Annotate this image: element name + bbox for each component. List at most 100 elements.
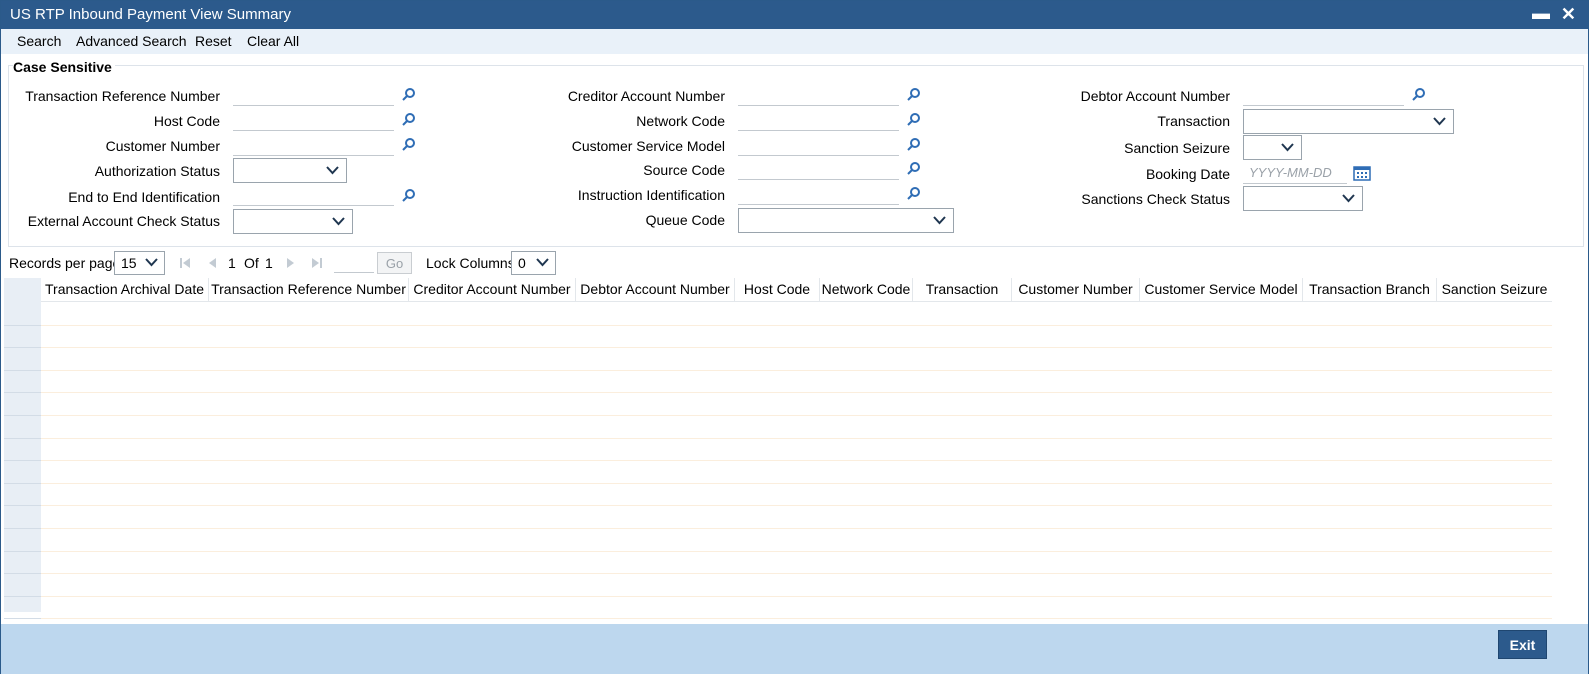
source-code-label: Source Code (643, 162, 725, 178)
chevron-down-icon (1433, 117, 1446, 126)
txn-ref-label: Transaction Reference Number (25, 88, 220, 104)
main-window: US RTP Inbound Payment View Summary ▬ ✕ … (0, 0, 1589, 674)
creditor-acc-lookup-icon[interactable] (906, 87, 922, 103)
instr-id-label: Instruction Identification (577, 187, 725, 203)
debtor-acc-label: Debtor Account Number (1080, 88, 1230, 104)
sanction-seizure-label: Sanction Seizure (1124, 140, 1230, 156)
row-selector-line (4, 369, 41, 371)
grid-header: Transaction Archival Date Transaction Re… (41, 278, 1552, 302)
row-selector-line (4, 595, 41, 597)
column-header[interactable]: Host Code (735, 278, 820, 302)
sanction-seizure-select[interactable] (1243, 135, 1302, 160)
row-selector-line (4, 437, 41, 439)
row-selector-line (4, 550, 41, 552)
grid-row-line (41, 347, 1552, 349)
grid-row-line (41, 369, 1552, 371)
column-header[interactable]: Creditor Account Number (409, 278, 576, 302)
debtor-acc-input[interactable] (1243, 84, 1404, 106)
instr-id-input[interactable] (738, 183, 899, 205)
host-code-input[interactable] (233, 109, 394, 131)
queue-code-select[interactable] (738, 208, 954, 233)
csm-input[interactable] (738, 134, 899, 156)
network-code-label: Network Code (636, 113, 725, 129)
column-header[interactable]: Sanction Seizure (1437, 278, 1552, 302)
toolbar: Search Advanced Search Reset Clear All (1, 29, 1588, 54)
txn-ref-input[interactable] (233, 84, 394, 106)
total-pages: 1 (265, 255, 273, 271)
csm-lookup-icon[interactable] (906, 137, 922, 153)
column-header[interactable]: Transaction (913, 278, 1012, 302)
column-header[interactable]: Debtor Account Number (576, 278, 735, 302)
source-code-lookup-icon[interactable] (906, 161, 922, 177)
row-selector-line (4, 392, 41, 394)
queue-code-label: Queue Code (645, 212, 725, 228)
host-code-lookup-icon[interactable] (401, 112, 417, 128)
column-header[interactable]: Transaction Branch (1303, 278, 1437, 302)
network-code-input[interactable] (738, 109, 899, 131)
instr-id-lookup-icon[interactable] (906, 186, 922, 202)
records-per-page-label: Records per page (9, 255, 121, 271)
auth-status-select[interactable] (233, 158, 347, 183)
host-code-label: Host Code (153, 113, 220, 129)
calendar-icon[interactable] (1353, 165, 1371, 181)
chevron-down-icon (332, 217, 345, 226)
grid-row-line (41, 324, 1552, 326)
column-header[interactable]: Network Code (820, 278, 913, 302)
footer-bar: Exit (1, 624, 1588, 674)
row-selector-line (4, 347, 41, 349)
chevron-down-icon (145, 258, 158, 267)
column-header[interactable]: Customer Number (1012, 278, 1140, 302)
next-page-icon[interactable] (285, 256, 297, 270)
grid-row-line (41, 460, 1552, 462)
minimize-icon[interactable]: ▬ (1532, 3, 1550, 24)
row-selector-line (4, 618, 41, 620)
go-button[interactable]: Go (377, 252, 412, 274)
e2e-id-label: End to End Identification (68, 189, 220, 205)
txn-ref-lookup-icon[interactable] (401, 87, 417, 103)
csm-label: Customer Service Model (571, 138, 725, 154)
reset-button[interactable]: Reset (195, 33, 232, 49)
auth-status-label: Authorization Status (94, 163, 220, 179)
first-page-icon[interactable] (179, 256, 191, 270)
close-icon[interactable]: ✕ (1561, 4, 1576, 25)
grid-row-line (41, 505, 1552, 507)
advanced-search-button[interactable]: Advanced Search (76, 33, 187, 49)
vertical-scrollbar[interactable] (1552, 278, 1568, 623)
lock-columns-select[interactable]: 0 (511, 251, 556, 275)
column-header[interactable]: Transaction Reference Number (209, 278, 409, 302)
customer-number-input[interactable] (233, 134, 394, 156)
clear-all-button[interactable]: Clear All (247, 33, 299, 49)
customer-number-lookup-icon[interactable] (401, 137, 417, 153)
row-selector-line (4, 324, 41, 326)
column-header[interactable]: Customer Service Model (1140, 278, 1303, 302)
sanctions-check-select[interactable] (1243, 186, 1363, 211)
previous-page-icon[interactable] (206, 256, 218, 270)
grid-row-line (41, 392, 1552, 394)
e2e-id-lookup-icon[interactable] (401, 188, 417, 204)
row-selector-line (4, 460, 41, 462)
window-title: US RTP Inbound Payment View Summary (10, 6, 291, 23)
grid-row-line (41, 595, 1552, 597)
booking-date-input[interactable]: YYYY-MM-DD (1243, 162, 1347, 184)
network-code-lookup-icon[interactable] (906, 112, 922, 128)
transaction-select[interactable] (1243, 109, 1454, 134)
goto-page-input[interactable] (334, 253, 374, 273)
debtor-acc-lookup-icon[interactable] (1411, 87, 1427, 103)
ext-acc-check-select[interactable] (233, 209, 353, 234)
row-selector-line (4, 505, 41, 507)
search-button[interactable]: Search (17, 33, 61, 49)
records-per-page-select[interactable]: 15 (114, 251, 165, 275)
source-code-input[interactable] (738, 158, 899, 180)
last-page-icon[interactable] (311, 256, 323, 270)
case-sensitive-legend: Case Sensitive (13, 59, 115, 75)
e2e-id-input[interactable] (233, 184, 394, 206)
creditor-acc-input[interactable] (738, 84, 899, 106)
exit-button[interactable]: Exit (1498, 630, 1547, 659)
chevron-down-icon (536, 258, 549, 267)
row-selector-line (4, 573, 41, 575)
column-header[interactable]: Transaction Archival Date (41, 278, 209, 302)
row-selector-line (4, 415, 41, 416)
records-per-page-value: 15 (121, 255, 137, 271)
lock-columns-value: 0 (518, 255, 526, 271)
customer-number-label: Customer Number (105, 138, 220, 154)
